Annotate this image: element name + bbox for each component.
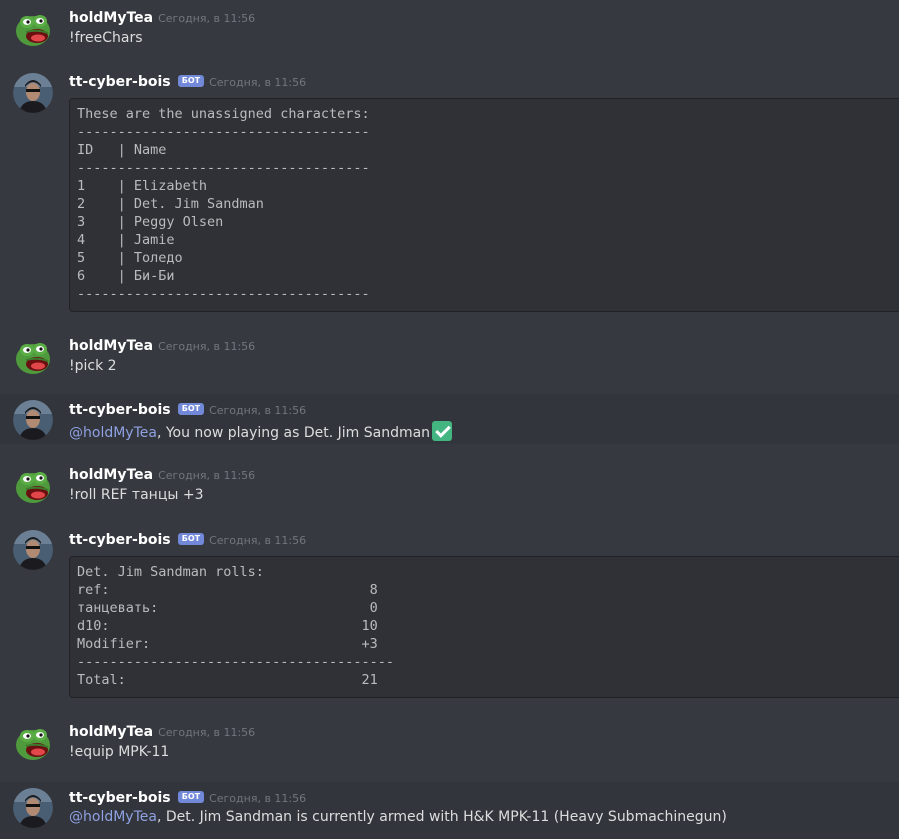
username[interactable]: tt-cyber-bois	[69, 532, 171, 549]
timestamp: Сегодня, в 11:56	[158, 12, 256, 25]
username[interactable]: holdMyTea	[69, 467, 153, 484]
message-text: !freeChars	[69, 30, 143, 46]
avatar-pepe[interactable]	[13, 466, 53, 506]
timestamp: Сегодня, в 11:56	[209, 534, 307, 547]
avatar-bot[interactable]	[13, 530, 53, 570]
avatar-bot[interactable]	[13, 400, 53, 440]
chat-messages: holdMyTea Сегодня, в 11:56 !freeChars tt-…	[0, 0, 899, 839]
message: tt-cyber-bois БОТ Сегодня, в 11:56 Det. J…	[0, 524, 899, 714]
username[interactable]: tt-cyber-bois	[69, 74, 171, 91]
code-block: These are the unassigned characters: ---…	[69, 98, 899, 312]
message: holdMyTea Сегодня, в 11:56 !freeChars	[0, 0, 899, 64]
timestamp: Сегодня, в 11:56	[209, 76, 307, 89]
message-body: , You now playing as Det. Jim Sandman	[156, 425, 431, 441]
code-block: Det. Jim Sandman rolls: ref: 8 танцевать…	[69, 556, 899, 698]
timestamp: Сегодня, в 11:56	[209, 792, 307, 805]
message: holdMyTea Сегодня, в 11:56 !equip MPK-11	[0, 714, 899, 782]
bot-badge: БОТ	[177, 533, 205, 545]
username[interactable]: holdMyTea	[69, 10, 153, 27]
code-block-text: Det. Jim Sandman rolls: ref: 8 танцевать…	[77, 564, 394, 688]
timestamp: Сегодня, в 11:56	[158, 726, 256, 739]
timestamp: Сегодня, в 11:56	[158, 469, 256, 482]
username[interactable]: holdMyTea	[69, 338, 153, 355]
avatar-pepe[interactable]	[13, 337, 53, 377]
message-text: !pick 2	[69, 358, 117, 374]
message: tt-cyber-bois БОТ Сегодня, в 11:56 These …	[0, 64, 899, 328]
avatar-bot[interactable]	[13, 73, 53, 113]
message: tt-cyber-bois БОТ Сегодня, в 11:56 @holdM…	[0, 394, 899, 444]
user-mention[interactable]: @holdMyTea	[69, 809, 157, 825]
username[interactable]: tt-cyber-bois	[69, 790, 171, 807]
message: holdMyTea Сегодня, в 11:56 !pick 2	[0, 328, 899, 394]
avatar-pepe[interactable]	[13, 9, 53, 49]
timestamp: Сегодня, в 11:56	[209, 404, 307, 417]
avatar-bot[interactable]	[13, 788, 53, 828]
message-body: , Det. Jim Sandman is currently armed wi…	[156, 809, 727, 825]
message: holdMyTea Сегодня, в 11:56 !roll REF танц…	[0, 456, 899, 524]
message: tt-cyber-bois БОТ Сегодня, в 11:56 @holdM…	[0, 782, 899, 839]
message-text: !roll REF танцы +3	[69, 487, 204, 503]
white-check-mark-icon	[432, 421, 453, 441]
message-text: @holdMyTea, Det. Jim Sandman is currentl…	[69, 808, 727, 826]
code-block-text: These are the unassigned characters: ---…	[77, 106, 370, 302]
username[interactable]: tt-cyber-bois	[69, 402, 171, 419]
user-mention[interactable]: @holdMyTea	[69, 425, 157, 441]
username[interactable]: holdMyTea	[69, 724, 153, 741]
bot-badge: БОТ	[177, 791, 205, 803]
bot-badge: БОТ	[177, 403, 205, 415]
message-text: !equip MPK-11	[69, 744, 170, 760]
avatar-pepe[interactable]	[13, 723, 53, 763]
bot-badge: БОТ	[177, 75, 205, 87]
message-text: @holdMyTea, You now playing as Det. Jim …	[69, 421, 453, 442]
timestamp: Сегодня, в 11:56	[158, 340, 256, 353]
